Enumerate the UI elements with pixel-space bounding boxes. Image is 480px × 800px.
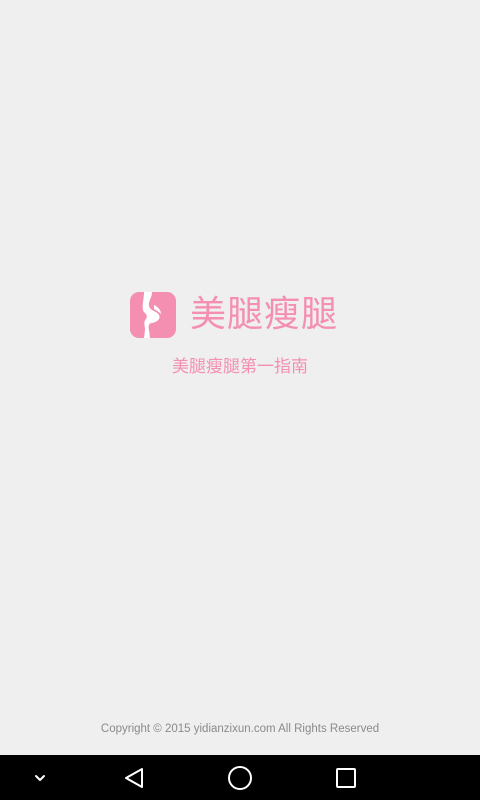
recents-square-icon[interactable]: [324, 755, 368, 800]
leg-silhouette-icon: [130, 292, 176, 338]
logo-row: 美腿瘦腿: [130, 292, 338, 338]
home-circle-icon[interactable]: [218, 755, 262, 800]
copyright-text: Copyright © 2015 yidianzixun.com All Rig…: [100, 723, 380, 735]
splash-screen: 美腿瘦腿 美腿瘦腿第一指南 Copyright © 2015 yidianzix…: [0, 0, 480, 755]
android-navigation-bar: [0, 755, 480, 800]
back-triangle-icon[interactable]: [112, 755, 156, 800]
app-tagline: 美腿瘦腿第一指南: [172, 357, 308, 377]
app-title: 美腿瘦腿: [190, 294, 339, 335]
chevron-down-icon[interactable]: [22, 755, 58, 800]
